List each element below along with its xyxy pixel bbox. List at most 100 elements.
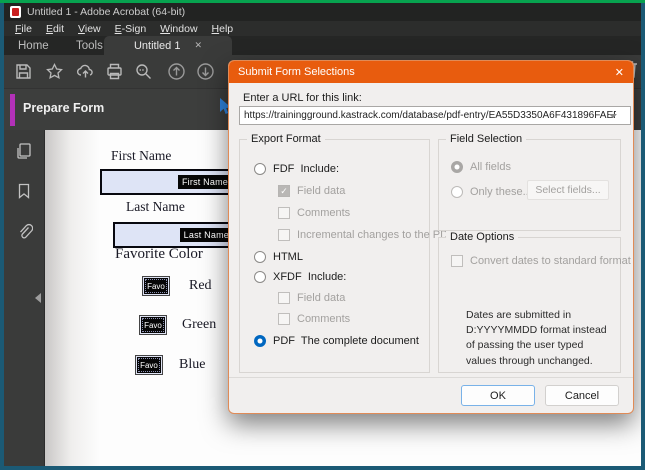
xfdf-field-data-label: Field data [297,292,345,304]
field-selection-title: Field Selection [446,133,526,145]
fdf-incremental-checkbox[interactable] [278,229,290,241]
xfdf-radio[interactable] [254,271,266,283]
pdf-option[interactable]: PDF The complete document [254,334,419,348]
last-name-field-tag: Last Name [180,228,233,242]
menu-view[interactable]: View [71,23,108,35]
xfdf-field-data-checkbox[interactable] [278,292,290,304]
star-favorites-icon[interactable] [45,62,64,81]
xfdf-field-data-option[interactable]: Field data [278,291,345,305]
last-name-label: Last Name [126,199,185,215]
date-options-title: Date Options [446,231,518,243]
xfdf-comments-option[interactable]: Comments [278,312,350,326]
fdf-field-data-label: Field data [297,185,345,197]
search-icon[interactable] [134,62,153,81]
select-fields-button[interactable]: Select fields... [527,180,609,200]
menu-edit[interactable]: Edit [39,23,71,35]
green-checkbox-tag: Favo [141,317,165,333]
xfdf-comments-checkbox[interactable] [278,313,290,325]
previous-page-icon[interactable] [167,62,186,81]
dialog-title-bar: Submit Form Selections ✕ [229,61,633,83]
fdf-radio[interactable] [254,163,266,175]
date-format-note: Dates are submitted in D:YYYYMMDD format… [466,308,612,369]
prepare-form-title: Prepare Form [23,101,104,115]
blue-label: Blue [179,357,205,373]
fdf-label: FDF Include: [273,163,339,175]
attachments-icon[interactable] [15,222,33,240]
save-icon[interactable] [14,62,33,81]
export-format-title: Export Format [247,133,325,145]
only-these-label: Only these... [470,186,532,198]
dialog-separator [229,377,633,378]
dialog-close-icon[interactable]: ✕ [615,66,624,79]
fdf-option[interactable]: FDF Include: [254,162,339,176]
red-checkbox[interactable]: Favo [142,276,170,296]
navigation-sidebar [4,130,45,466]
cancel-button[interactable]: Cancel [545,385,619,406]
screenshot-frame: Untitled 1 - Adobe Acrobat (64-bit) File… [0,0,645,470]
acrobat-logo-icon [10,6,21,18]
convert-dates-checkbox[interactable] [451,255,463,267]
prepare-form-accent [10,94,15,126]
next-page-icon[interactable] [196,62,215,81]
export-format-group: Export Format FDF Include: Field data Co… [239,139,430,373]
cloud-upload-icon[interactable] [76,62,95,81]
fdf-field-data-checkbox[interactable] [278,185,290,197]
menu-file[interactable]: File [8,23,39,35]
tab-home[interactable]: Home [18,36,49,55]
last-name-field[interactable]: Last Name [113,222,237,248]
blue-checkbox[interactable]: Favo [135,355,163,375]
menu-esign[interactable]: E-Sign [108,23,154,35]
green-checkbox[interactable]: Favo [139,315,167,335]
tab-document-label: Untitled 1 [134,40,180,52]
url-label: Enter a URL for this link: [243,92,362,104]
print-icon[interactable] [105,62,124,81]
collapse-panel-icon[interactable] [35,293,41,303]
tab-bar: Home Tools Untitled 1 ✕ [4,36,641,55]
url-dropdown-icon[interactable] [609,114,617,118]
date-options-group: Date Options Convert dates to standard f… [438,237,621,373]
red-checkbox-tag: Favo [144,278,168,294]
pdf-label: PDF The complete document [273,335,419,347]
all-fields-option[interactable]: All fields [451,160,511,174]
first-name-field-tag: First Name [178,175,232,189]
submit-form-selections-dialog: Submit Form Selections ✕ Enter a URL for… [228,60,634,414]
green-label: Green [182,317,216,333]
all-fields-radio[interactable] [451,161,463,173]
only-these-option[interactable]: Only these... [451,185,532,199]
fdf-comments-label: Comments [297,207,350,219]
html-option[interactable]: HTML [254,250,303,264]
first-name-field[interactable]: First Name [100,169,236,195]
tab-close-icon[interactable]: ✕ [194,40,202,51]
xfdf-comments-label: Comments [297,313,350,325]
all-fields-label: All fields [470,161,511,173]
bookmarks-icon[interactable] [15,182,33,200]
fdf-field-data-option[interactable]: Field data [278,184,345,198]
menu-help[interactable]: Help [205,23,241,35]
menu-window[interactable]: Window [153,23,204,35]
url-input[interactable] [239,106,631,125]
dialog-title: Submit Form Selections [238,66,355,78]
field-selection-group: Field Selection All fields Only these...… [438,139,621,231]
page-thumbnails-icon[interactable] [15,142,33,160]
favorite-color-heading: Favorite Color [115,246,203,263]
menu-bar: File Edit View E-Sign Window Help [4,21,641,36]
title-bar: Untitled 1 - Adobe Acrobat (64-bit) [4,3,641,21]
fdf-comments-option[interactable]: Comments [278,206,350,220]
red-label: Red [189,278,212,294]
fdf-incremental-option[interactable]: Incremental changes to the PDF [278,228,455,242]
html-label: HTML [273,251,303,263]
only-these-radio[interactable] [451,186,463,198]
first-name-label: First Name [111,148,171,164]
xfdf-label: XFDF Include: [273,271,346,283]
blue-checkbox-tag: Favo [137,357,161,373]
fdf-incremental-label: Incremental changes to the PDF [297,229,455,241]
pdf-radio[interactable] [254,335,266,347]
tab-tools[interactable]: Tools [76,36,103,55]
ok-button[interactable]: OK [461,385,535,406]
acrobat-window: Untitled 1 - Adobe Acrobat (64-bit) File… [4,3,641,466]
fdf-comments-checkbox[interactable] [278,207,290,219]
html-radio[interactable] [254,251,266,263]
tab-document[interactable]: Untitled 1 ✕ [104,36,232,55]
xfdf-option[interactable]: XFDF Include: [254,270,346,284]
convert-dates-option[interactable]: Convert dates to standard format [451,254,631,268]
